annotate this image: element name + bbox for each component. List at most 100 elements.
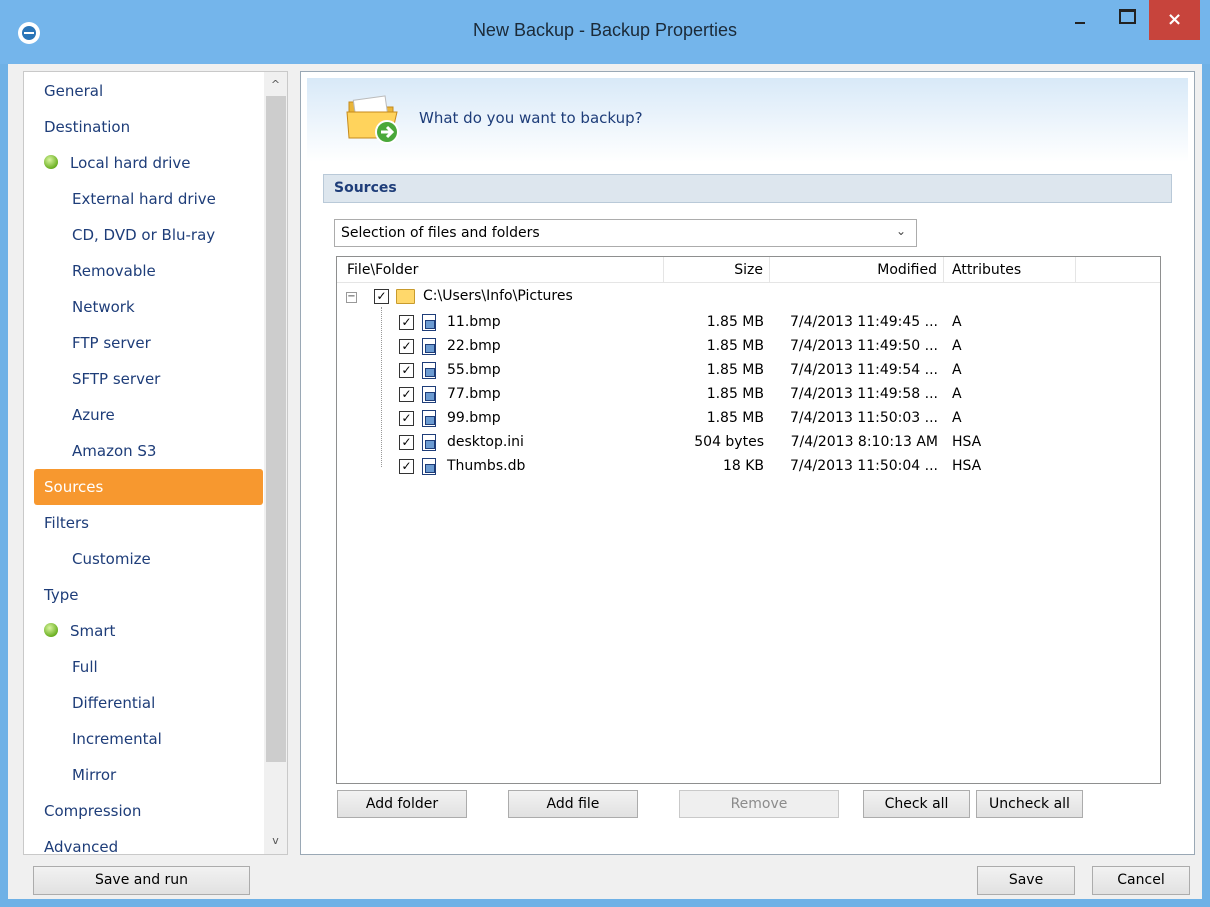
checkbox[interactable]: ✓: [399, 339, 414, 354]
image-file-icon: [422, 314, 436, 331]
checkbox[interactable]: ✓: [399, 315, 414, 330]
nav-item-destination[interactable]: Destination: [44, 109, 130, 145]
system-file-icon: [422, 434, 436, 451]
nav-item-label: Smart: [70, 622, 116, 640]
nav-item-removable[interactable]: Removable: [72, 253, 156, 289]
remove-button[interactable]: Remove: [679, 790, 839, 818]
table-row[interactable]: ✓ 77.bmp 1.85 MB 7/4/2013 11:49:58 ... A: [337, 383, 1160, 407]
file-attributes: A: [952, 314, 962, 330]
nav-item-sftp-server[interactable]: SFTP server: [72, 361, 160, 397]
nav-item-incremental[interactable]: Incremental: [72, 721, 162, 757]
nav-item-full[interactable]: Full: [72, 649, 98, 685]
checkbox[interactable]: ✓: [399, 363, 414, 378]
nav-item-label: Removable: [72, 262, 156, 280]
nav-item-mirror[interactable]: Mirror: [72, 757, 116, 793]
uncheck-all-button[interactable]: Uncheck all: [976, 790, 1083, 818]
checkbox[interactable]: ✓: [399, 411, 414, 426]
sources-panel: What do you want to backup? Sources Sele…: [300, 71, 1195, 855]
file-modified: 7/4/2013 11:49:54 ...: [789, 362, 938, 378]
nav-item-filters[interactable]: Filters: [44, 505, 89, 541]
file-size: 1.85 MB: [706, 338, 764, 354]
check-all-button[interactable]: Check all: [863, 790, 970, 818]
table-row[interactable]: ✓ Thumbs.db 18 KB 7/4/2013 11:50:04 ... …: [337, 455, 1160, 479]
column-header-size[interactable]: Size: [664, 257, 770, 283]
file-name: C:\Users\Info\Pictures: [423, 288, 573, 304]
file-name: desktop.ini: [447, 434, 524, 450]
nav-item-amazon-s3[interactable]: Amazon S3: [72, 433, 156, 469]
save-button[interactable]: Save: [977, 866, 1075, 895]
nav-item-azure[interactable]: Azure: [72, 397, 115, 433]
nav-item-local-hard-drive[interactable]: Local hard drive: [44, 145, 191, 181]
nav-item-label: External hard drive: [72, 190, 216, 208]
section-header: Sources: [323, 174, 1172, 203]
file-modified: 7/4/2013 11:49:50 ...: [789, 338, 938, 354]
save-and-run-button[interactable]: Save and run: [33, 866, 250, 895]
add-folder-button[interactable]: Add folder: [337, 790, 467, 818]
column-header-file[interactable]: File\Folder: [337, 257, 664, 283]
maximize-button[interactable]: [1103, 0, 1149, 40]
minimize-button[interactable]: [1057, 0, 1103, 40]
nav-item-smart[interactable]: Smart: [44, 613, 115, 649]
checkbox[interactable]: ✓: [399, 435, 414, 450]
selected-bullet-icon: [44, 155, 58, 169]
table-row[interactable]: ✓ 99.bmp 1.85 MB 7/4/2013 11:50:03 ... A: [337, 407, 1160, 431]
image-file-icon: [422, 410, 436, 427]
file-modified: 7/4/2013 11:50:03 ...: [789, 410, 938, 426]
nav-scrollbar[interactable]: ^ v: [264, 72, 287, 854]
nav-item-label: Amazon S3: [72, 442, 157, 460]
column-header-modified[interactable]: Modified: [770, 257, 944, 283]
nav-item-type[interactable]: Type: [44, 577, 78, 613]
nav-item-label: SFTP server: [72, 370, 161, 388]
scroll-down-arrow-icon[interactable]: v: [264, 830, 287, 852]
nav-item-general[interactable]: General: [44, 73, 103, 109]
collapse-icon[interactable]: −: [346, 292, 357, 303]
file-attributes: A: [952, 386, 962, 402]
nav-item-advanced[interactable]: Advanced: [44, 829, 118, 854]
nav-item-label: Full: [72, 658, 98, 676]
checkbox[interactable]: ✓: [374, 289, 389, 304]
file-modified: 7/4/2013 11:50:04 ...: [789, 458, 938, 474]
table-row[interactable]: ✓ desktop.ini 504 bytes 7/4/2013 8:10:13…: [337, 431, 1160, 455]
image-file-icon: [422, 362, 436, 379]
tree-row-root[interactable]: − ✓ C:\Users\Info\Pictures: [337, 285, 1160, 309]
title-bar[interactable]: New Backup - Backup Properties ×: [0, 0, 1210, 64]
file-size: 1.85 MB: [706, 386, 764, 402]
file-attributes: A: [952, 410, 962, 426]
sources-tree[interactable]: File\Folder Size Modified Attributes − ✓…: [336, 256, 1161, 784]
nav-item-label: Local hard drive: [70, 154, 191, 172]
checkbox[interactable]: ✓: [399, 387, 414, 402]
nav-item-label: FTP server: [72, 334, 151, 352]
column-header-attributes[interactable]: Attributes: [944, 257, 1076, 283]
close-button[interactable]: ×: [1149, 0, 1200, 40]
cancel-button[interactable]: Cancel: [1092, 866, 1190, 895]
table-row[interactable]: ✓ 22.bmp 1.85 MB 7/4/2013 11:49:50 ... A: [337, 335, 1160, 359]
add-file-button[interactable]: Add file: [508, 790, 638, 818]
nav-item-network[interactable]: Network: [72, 289, 135, 325]
nav-item-cd-dvd-bluray[interactable]: CD, DVD or Blu-ray: [72, 217, 215, 253]
checkbox[interactable]: ✓: [399, 459, 414, 474]
source-type-select[interactable]: Selection of files and folders ⌄: [334, 219, 917, 247]
nav-item-sources[interactable]: Sources: [34, 469, 263, 505]
file-attributes: A: [952, 362, 962, 378]
nav-item-label: General: [44, 82, 104, 100]
nav-item-label: Differential: [72, 694, 156, 712]
settings-nav: General Destination Local hard drive Ext…: [23, 71, 288, 855]
nav-item-external-hard-drive[interactable]: External hard drive: [72, 181, 216, 217]
nav-item-label: Mirror: [72, 766, 117, 784]
section-title: Sources: [334, 180, 397, 196]
nav-item-ftp-server[interactable]: FTP server: [72, 325, 151, 361]
file-modified: 7/4/2013 11:49:45 ...: [789, 314, 938, 330]
table-row[interactable]: ✓ 11.bmp 1.85 MB 7/4/2013 11:49:45 ... A: [337, 311, 1160, 335]
nav-item-differential[interactable]: Differential: [72, 685, 155, 721]
nav-item-label: Advanced: [44, 838, 119, 854]
table-row[interactable]: ✓ 55.bmp 1.85 MB 7/4/2013 11:49:54 ... A: [337, 359, 1160, 383]
nav-item-customize[interactable]: Customize: [72, 541, 151, 577]
nav-item-compression[interactable]: Compression: [44, 793, 141, 829]
image-file-icon: [422, 338, 436, 355]
settings-nav-list: General Destination Local hard drive Ext…: [24, 72, 264, 854]
nav-item-label: Network: [72, 298, 135, 316]
scroll-up-arrow-icon[interactable]: ^: [264, 74, 287, 96]
file-size: 1.85 MB: [706, 362, 764, 378]
panel-question: What do you want to backup?: [419, 109, 643, 127]
nav-scroll-thumb[interactable]: [266, 96, 286, 762]
